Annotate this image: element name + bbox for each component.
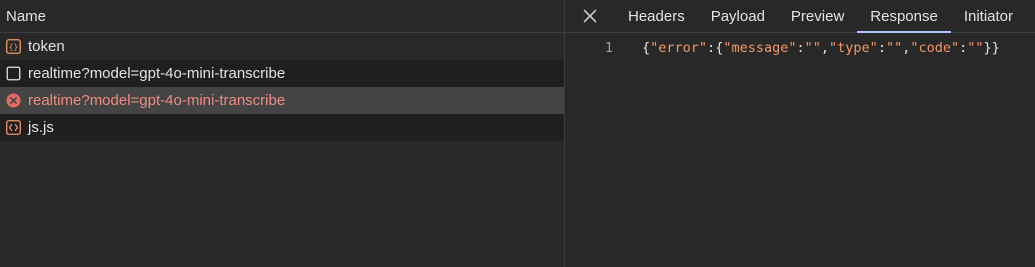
request-row-realtime[interactable]: realtime?model=gpt-4o-mini-transcribe bbox=[0, 60, 564, 87]
svg-text:{}: {} bbox=[9, 43, 19, 52]
json-string: "" bbox=[885, 40, 903, 56]
request-list-empty-area bbox=[0, 141, 564, 267]
network-panel: Name {} token realtime?model=gpt-4o-mini… bbox=[0, 0, 1035, 267]
request-name: token bbox=[28, 38, 65, 55]
response-body[interactable]: 1 {"error":{"message":"","type":"","code… bbox=[565, 34, 1035, 62]
request-name: realtime?model=gpt-4o-mini-transcribe bbox=[28, 92, 286, 109]
json-punctuation: { bbox=[642, 40, 651, 56]
request-list: Name {} token realtime?model=gpt-4o-mini… bbox=[0, 0, 565, 267]
request-row-realtime-error[interactable]: realtime?model=gpt-4o-mini-transcribe bbox=[0, 87, 564, 114]
document-icon bbox=[6, 66, 21, 81]
tab-label: Response bbox=[870, 7, 938, 25]
close-icon[interactable] bbox=[565, 0, 615, 32]
request-name: realtime?model=gpt-4o-mini-transcribe bbox=[28, 65, 286, 82]
tab-response[interactable]: Response bbox=[857, 0, 951, 33]
error-circle-icon bbox=[6, 93, 21, 108]
tab-headers[interactable]: Headers bbox=[615, 0, 698, 32]
script-icon bbox=[6, 120, 21, 135]
response-code-line: {"error":{"message":"","type":"","code":… bbox=[642, 40, 1000, 56]
json-braces-icon: {} bbox=[6, 39, 21, 54]
json-punctuation: , bbox=[820, 40, 830, 56]
name-column-label: Name bbox=[6, 7, 47, 25]
line-number: 1 bbox=[604, 40, 613, 56]
request-row-token[interactable]: {} token bbox=[0, 33, 564, 60]
json-key: "code" bbox=[910, 40, 960, 56]
name-column-header[interactable]: Name bbox=[0, 0, 564, 33]
json-string: "" bbox=[967, 40, 984, 56]
tab-preview[interactable]: Preview bbox=[778, 0, 857, 32]
tab-label: Headers bbox=[628, 7, 685, 25]
json-punctuation: : bbox=[796, 40, 805, 56]
tab-label: Payload bbox=[710, 7, 765, 25]
json-key: "message" bbox=[723, 40, 797, 56]
json-key: "type" bbox=[829, 40, 878, 56]
json-string: "" bbox=[804, 40, 821, 56]
request-name: js.js bbox=[28, 119, 54, 136]
tab-label: Initiator bbox=[963, 7, 1014, 25]
detail-tabbar: Headers Payload Preview Response Initiat… bbox=[565, 0, 1035, 33]
json-punctuation: }} bbox=[983, 40, 1000, 56]
json-punctuation: : bbox=[707, 40, 716, 56]
json-key: "error" bbox=[650, 40, 708, 56]
tab-initiator[interactable]: Initiator bbox=[951, 0, 1026, 32]
tab-payload[interactable]: Payload bbox=[698, 0, 778, 32]
request-rows: {} token realtime?model=gpt-4o-mini-tran… bbox=[0, 33, 564, 141]
tab-label: Preview bbox=[790, 7, 845, 25]
request-detail-panel: Headers Payload Preview Response Initiat… bbox=[565, 0, 1035, 267]
request-row-js[interactable]: js.js bbox=[0, 114, 564, 141]
json-punctuation: : bbox=[877, 40, 886, 56]
